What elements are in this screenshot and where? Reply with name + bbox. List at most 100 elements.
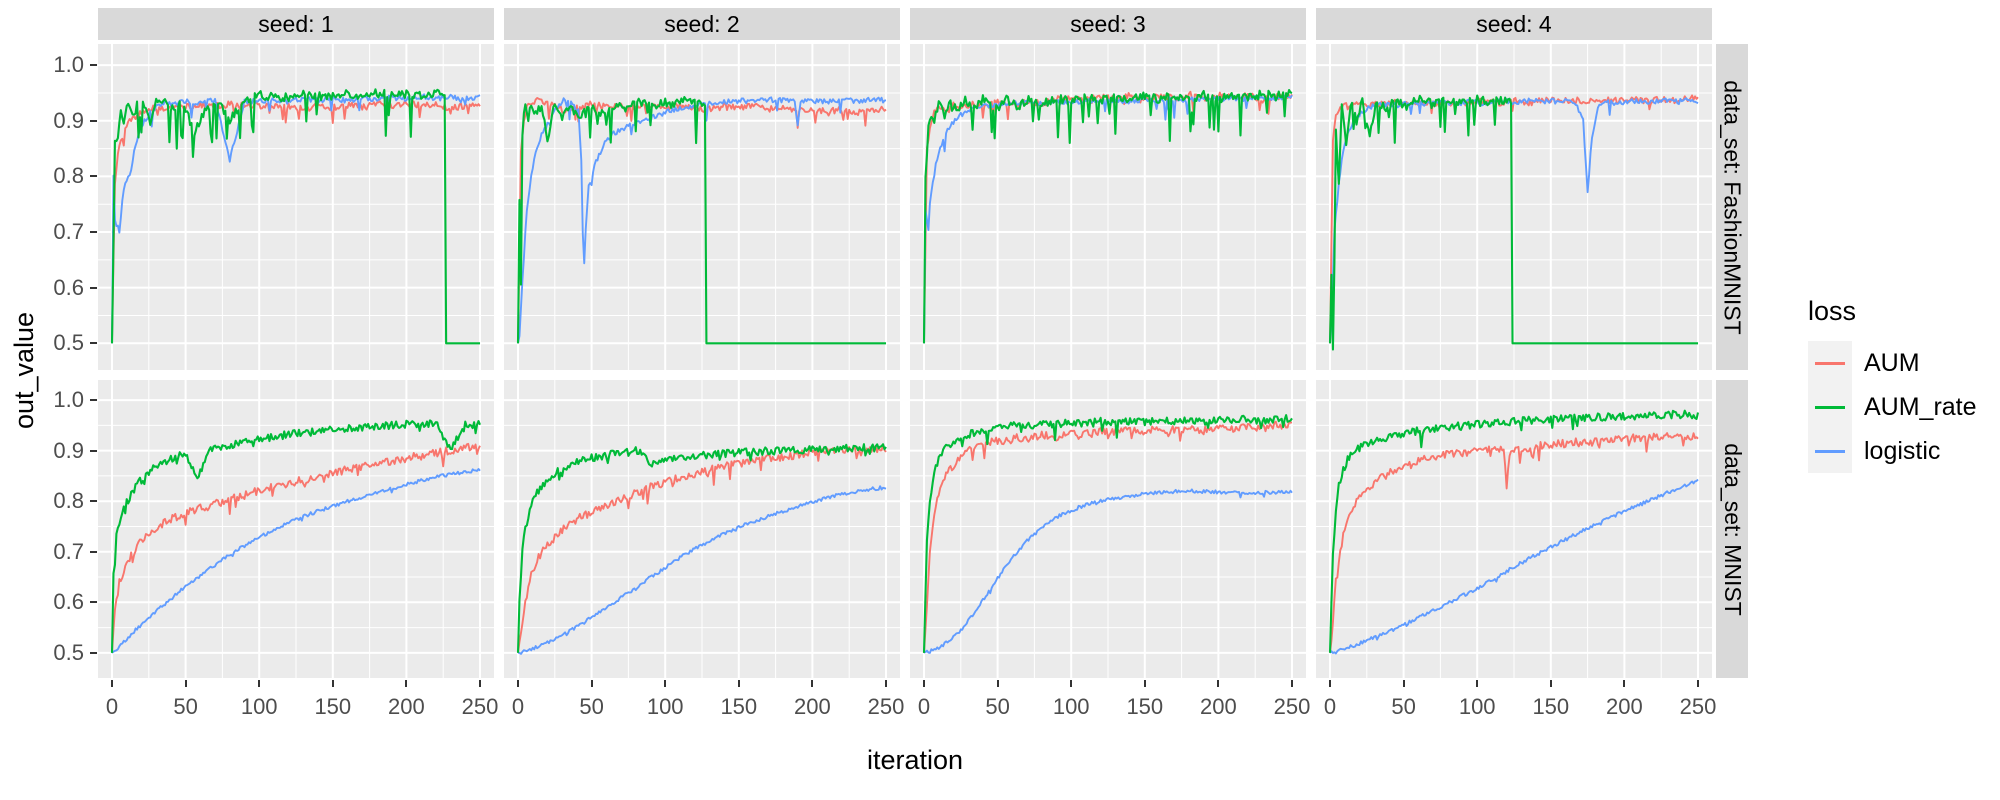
y-tick-mark (90, 231, 97, 234)
y-tick-mark (90, 119, 97, 122)
x-tick-mark (1697, 680, 1699, 687)
x-tick-label: 50 (173, 694, 198, 719)
x-tick-mark (1549, 680, 1552, 687)
x-tick-label: 200 (1200, 694, 1237, 719)
facet-strip-top-label: seed: 2 (664, 10, 740, 37)
y-tick-mark (90, 399, 97, 402)
panel-plot-area (1316, 44, 1712, 370)
legend-key-swatch (1808, 385, 1852, 429)
legend-item-aum[interactable]: AUM (1808, 341, 1977, 385)
x-tick-label: 250 (1679, 694, 1717, 719)
facet-strip-top-seed-1: seed: 1 (98, 8, 494, 40)
x-tick-label: 200 (1606, 694, 1643, 719)
legend-item-label: logistic (1864, 436, 1941, 465)
x-tick-mark (517, 680, 519, 687)
legend-item-label: AUM (1864, 348, 1920, 377)
x-tick-label: 150 (720, 694, 758, 719)
x-axis-title: iteration (866, 745, 964, 775)
x-tick-label: 100 (1052, 694, 1090, 719)
y-tick-label: 0.5 (53, 330, 84, 356)
legend-title: loss (1808, 296, 1857, 326)
x-tick-label: 250 (461, 694, 499, 719)
legend-item-aum_rate[interactable]: AUM_rate (1808, 385, 1977, 429)
x-tick-mark (923, 680, 925, 687)
panel-mnist-seed-2 (504, 380, 900, 678)
panel-mnist-seed-3 (910, 380, 1306, 678)
x-tick-label: 250 (1273, 694, 1311, 719)
x-tick-mark (258, 680, 261, 687)
facet-strip-top-label: seed: 1 (258, 10, 334, 37)
panel-fashionmnist-seed-2 (504, 44, 900, 370)
x-tick-label: 0 (1323, 694, 1337, 719)
y-tick-mark (90, 342, 97, 345)
y-tick-mark (90, 500, 97, 503)
x-tick-mark (1329, 680, 1331, 687)
x-tick-mark (1476, 680, 1479, 687)
y-tick-label: 0.6 (53, 589, 84, 615)
x-tick-mark (111, 680, 113, 687)
x-tick-mark (1291, 680, 1293, 687)
x-tick-label: 100 (1458, 694, 1496, 719)
x-tick-label: 150 (1532, 694, 1570, 719)
x-tick-mark (811, 680, 814, 687)
y-tick-label: 1.0 (53, 52, 84, 78)
panel-fashionmnist-seed-3 (910, 44, 1306, 370)
y-tick-mark (90, 64, 97, 67)
y-tick-label: 0.6 (53, 274, 84, 300)
x-tick-label: 50 (579, 694, 604, 719)
y-tick-label: 0.8 (53, 488, 84, 514)
y-tick-mark (90, 286, 97, 289)
x-tick-mark (331, 680, 334, 687)
x-tick-label: 50 (985, 694, 1010, 719)
y-tick-label: 0.9 (53, 107, 84, 133)
y-tick-mark (90, 601, 97, 604)
facet-strip-right-fashionmnist: data_set: FashionMNIST (1716, 44, 1748, 370)
x-tick-label: 100 (646, 694, 684, 719)
panel-plot-area (1316, 380, 1712, 678)
x-tick-mark (1143, 680, 1146, 687)
y-tick-mark (90, 550, 97, 553)
panel-plot-area (504, 380, 900, 678)
x-tick-mark (1217, 680, 1220, 687)
x-tick-mark (885, 680, 887, 687)
x-tick-label: 50 (1391, 694, 1416, 719)
y-tick-mark (90, 651, 97, 654)
x-tick-mark (996, 680, 999, 687)
y-tick-mark (90, 449, 97, 452)
y-tick-label: 0.7 (53, 219, 84, 245)
facet-strip-top-seed-3: seed: 3 (910, 8, 1306, 40)
panel-plot-area (98, 380, 494, 678)
facet-strip-right-label: data_set: MNIST (1719, 442, 1746, 616)
x-tick-mark (184, 680, 187, 687)
x-tick-mark (1623, 680, 1626, 687)
panel-mnist-seed-1 (98, 380, 494, 678)
y-tick-label: 1.0 (53, 387, 84, 413)
legend-item-logistic[interactable]: logistic (1808, 429, 1977, 473)
facet-strip-top-seed-4: seed: 4 (1316, 8, 1712, 40)
facet-strip-right-label: data_set: FashionMNIST (1719, 79, 1746, 335)
x-tick-label: 200 (388, 694, 425, 719)
x-tick-label: 0 (105, 694, 119, 719)
x-tick-label: 250 (867, 694, 905, 719)
facet-strip-right-mnist: data_set: MNIST (1716, 380, 1748, 678)
panel-plot-area (910, 44, 1306, 370)
x-tick-label: 0 (511, 694, 525, 719)
y-tick-label: 0.7 (53, 538, 84, 564)
panel-fashionmnist-seed-1 (98, 44, 494, 370)
x-tick-label: 150 (1126, 694, 1164, 719)
x-tick-mark (479, 680, 481, 687)
legend-items: AUM AUM_rate logistic (1808, 341, 1977, 473)
legend-line-icon (1815, 449, 1845, 453)
x-tick-mark (664, 680, 667, 687)
legend-item-label: AUM_rate (1864, 392, 1977, 421)
legend-key-swatch (1808, 429, 1852, 473)
legend-key-swatch (1808, 341, 1852, 385)
facet-strip-top-seed-2: seed: 2 (504, 8, 900, 40)
plot-root: out_value iteration seed: 1 seed: 2 seed… (0, 0, 2000, 800)
y-tick-mark (90, 175, 97, 178)
y-tick-label: 0.9 (53, 437, 84, 463)
facet-strip-top-label: seed: 3 (1070, 10, 1146, 37)
x-tick-mark (1070, 680, 1073, 687)
x-tick-label: 150 (314, 694, 352, 719)
panel-fashionmnist-seed-4 (1316, 44, 1712, 370)
